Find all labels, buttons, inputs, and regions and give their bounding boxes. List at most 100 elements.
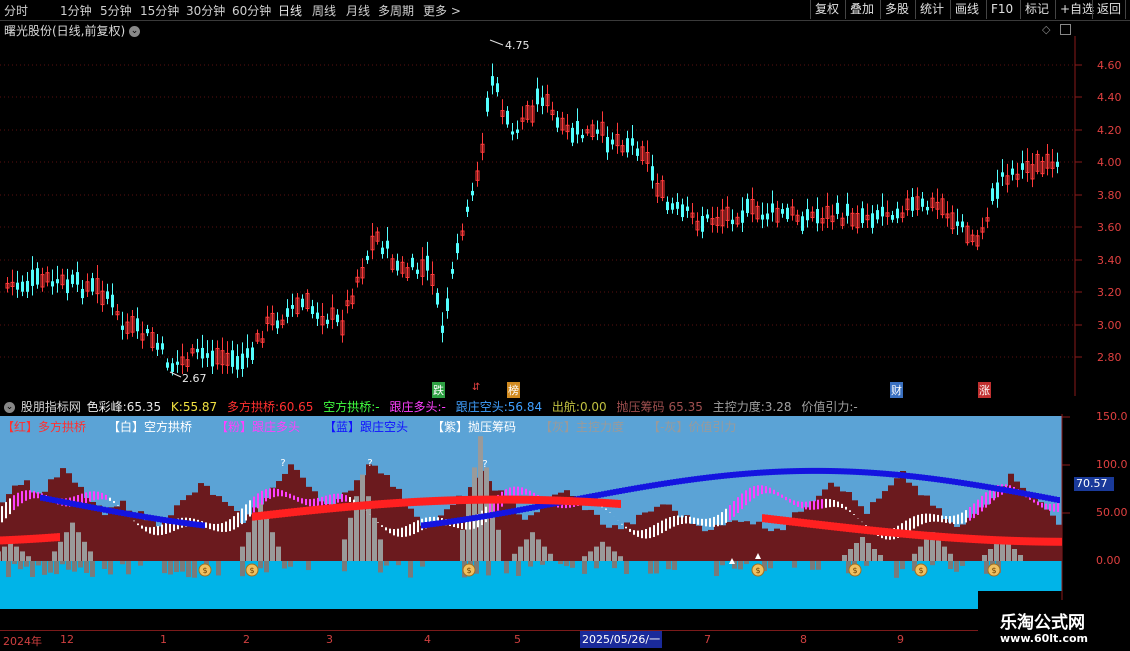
duofang-band <box>420 497 423 506</box>
period-tab-30min[interactable]: 30分钟 <box>186 2 225 19</box>
genzhuang-kong-band <box>760 469 763 476</box>
duofang-band <box>858 525 861 534</box>
period-tab-fenshi[interactable]: 分时 <box>4 2 28 19</box>
genzhuang-kong-band <box>178 519 181 526</box>
period-tab-daily[interactable]: 日线 <box>278 2 302 19</box>
back-button[interactable]: 返回 <box>1092 0 1127 19</box>
duofang-band <box>495 495 498 504</box>
indicator-name[interactable]: 股朋指标网 <box>21 400 81 414</box>
zhukong-bar <box>912 553 917 561</box>
period-tab-15min[interactable]: 15分钟 <box>140 2 179 19</box>
period-tab-multi[interactable]: 多周期 <box>378 2 414 19</box>
jiazhi-bar <box>900 561 905 570</box>
period-tab-1min[interactable]: 1分钟 <box>60 2 92 19</box>
genzhuang-kong-band <box>661 480 664 487</box>
draw-button[interactable]: 画线 <box>950 0 983 19</box>
jiazhi-bar <box>66 561 71 570</box>
genzhuang-kong-band <box>523 506 526 513</box>
duofang-band <box>12 535 15 544</box>
genzhuang-kong-band <box>919 474 922 481</box>
window-toggle-icon[interactable] <box>1060 24 1071 35</box>
duofang-band <box>444 496 447 505</box>
paoya-bar <box>126 510 132 561</box>
genzhuang-kong-band <box>451 518 454 525</box>
jiazhi-bar <box>6 561 11 578</box>
jiazhi-bar <box>126 561 131 575</box>
stats-button[interactable]: 统计 <box>915 0 948 19</box>
jiazhi-bar <box>594 561 599 569</box>
duofang-band <box>342 503 345 512</box>
duofang-band <box>408 498 411 507</box>
zhukong-bar <box>1012 549 1017 561</box>
ind-value-6: 0.00 <box>579 400 607 414</box>
genzhuang-kong-band <box>799 468 802 475</box>
duofang-band <box>1041 537 1044 546</box>
genzhuang-kong-band <box>964 480 967 487</box>
duofang-band <box>999 536 1002 545</box>
duofang-band <box>567 497 570 506</box>
jiazhi-bar <box>558 561 563 565</box>
event-tag-arrow[interactable]: ⇵ <box>472 382 480 393</box>
duofang-band <box>480 495 483 504</box>
event-tag-cai[interactable]: 财 <box>890 382 903 398</box>
duofang-band <box>318 505 321 514</box>
mark-button[interactable]: 标记 <box>1020 0 1053 19</box>
duofang-band <box>594 498 597 507</box>
period-tab-60min[interactable]: 60分钟 <box>232 2 271 19</box>
duofang-band <box>1035 537 1038 546</box>
duofang-band <box>432 497 435 506</box>
duofang-band <box>492 495 495 504</box>
zhukong-bar <box>530 532 535 561</box>
zhukong-bar <box>0 551 1 561</box>
duofang-band <box>282 509 285 518</box>
multi-stock-button[interactable]: 多股 <box>880 0 913 19</box>
event-tag-zhang[interactable]: 涨 <box>978 382 991 398</box>
duofang-band <box>855 524 858 533</box>
period-tab-more[interactable]: 更多 > <box>423 2 461 19</box>
genzhuang-kong-band <box>937 476 940 483</box>
genzhuang-kong-band <box>1027 491 1030 498</box>
duofang-band <box>579 497 582 506</box>
genzhuang-kong-band <box>139 513 142 520</box>
paoya-bar <box>384 475 390 561</box>
duofang-band <box>468 495 471 504</box>
genzhuang-kong-band <box>898 472 901 479</box>
genzhuang-kong-band <box>196 521 199 528</box>
paoya-bar <box>714 524 720 561</box>
genzhuang-kong-band <box>859 469 862 476</box>
genzhuang-kong-band <box>187 520 190 527</box>
duofang-band <box>873 526 876 535</box>
jiazhi-bar <box>264 561 269 573</box>
period-tab-5min[interactable]: 5分钟 <box>100 2 132 19</box>
zhukong-bar <box>472 467 477 561</box>
duofang-band <box>285 508 288 517</box>
event-tag-bang[interactable]: 榜 <box>507 382 520 398</box>
zhukong-bar <box>606 546 611 561</box>
duofang-band <box>990 535 993 544</box>
event-tag-die[interactable]: 跌 <box>432 382 445 398</box>
candle-body <box>881 206 884 217</box>
period-tab-weekly[interactable]: 周线 <box>312 2 336 19</box>
date-tick: 12 <box>60 633 74 646</box>
jiazhi-bar <box>36 561 41 566</box>
question-mark-icon: ? <box>280 458 285 469</box>
duofang-band <box>1017 537 1020 546</box>
duofang-band <box>942 533 945 542</box>
duofang-band <box>546 496 549 505</box>
duofang-band <box>618 499 621 508</box>
period-tab-monthly[interactable]: 月线 <box>346 2 370 19</box>
paoya-bar <box>696 525 702 561</box>
overlay-button[interactable]: 叠加 <box>845 0 878 19</box>
paoya-bar <box>432 525 438 561</box>
chevron-down-icon[interactable]: ⌄ <box>4 402 15 413</box>
fuquan-button[interactable]: 复权 <box>810 0 843 19</box>
jiazhi-bar <box>60 561 65 565</box>
f10-button[interactable]: F10 <box>986 0 1017 19</box>
indicator-chart[interactable]: $ $ $ $ $ $ $??? <box>0 414 1130 630</box>
diamond-icon[interactable]: ◇ <box>1042 23 1050 36</box>
genzhuang-kong-band <box>1009 488 1012 495</box>
ind-value-0: 65.35 <box>126 400 162 414</box>
candlestick-chart[interactable] <box>0 36 1130 396</box>
duofang-band <box>789 517 792 526</box>
duofang-band <box>261 511 264 520</box>
